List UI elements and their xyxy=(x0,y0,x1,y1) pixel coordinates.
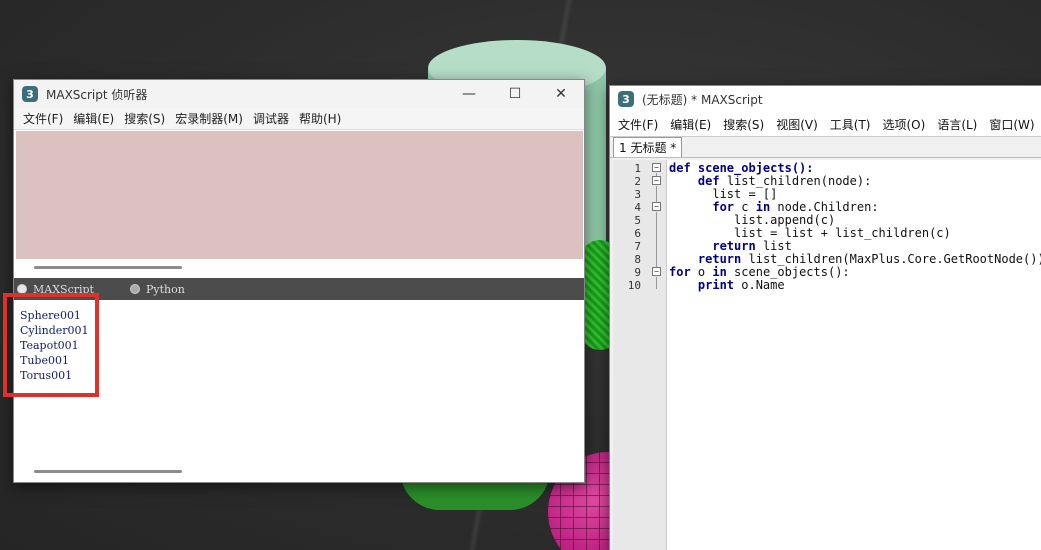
menu-file[interactable]: 文件(F) xyxy=(613,116,665,133)
line-number: 2 xyxy=(634,175,641,188)
code-token: list = [] xyxy=(669,187,778,201)
keyword: for xyxy=(669,265,691,279)
output-line: Sphere001 xyxy=(20,309,81,322)
menu-macro-recorder[interactable]: 宏录制器(M) xyxy=(170,110,248,127)
language-selector: MAXScript Python xyxy=(14,278,584,300)
listener-output-pane[interactable]: Sphere001 Cylinder001 Teapot001 Tube001 … xyxy=(16,300,583,464)
keyword: in xyxy=(755,200,771,214)
menu-search[interactable]: 搜索(S) xyxy=(119,110,170,127)
listener-titlebar[interactable]: 3 MAXScript 侦听器 — ☐ ✕ xyxy=(14,80,584,108)
keyword: return xyxy=(712,239,756,253)
output-line: Torus001 xyxy=(20,369,73,382)
code-line: print o.Name xyxy=(669,279,1041,292)
app-icon: 3 xyxy=(618,91,634,107)
menu-tools[interactable]: 工具(T) xyxy=(825,116,878,133)
code-token: o xyxy=(690,265,713,279)
fold-guide xyxy=(656,212,657,267)
code-token: list.append(c) xyxy=(669,213,836,227)
window-title: MAXScript 侦听器 xyxy=(46,87,148,102)
line-number: 6 xyxy=(634,227,641,240)
fold-margin: − − − − xyxy=(649,160,667,550)
radio-dot[interactable] xyxy=(129,284,140,294)
line-number: 10 xyxy=(627,279,641,292)
editor-title: (无标题) * MAXScript xyxy=(642,92,763,107)
line-number: 4 xyxy=(634,201,641,214)
menu-view[interactable]: 视图(V) xyxy=(771,116,825,133)
menu-debugger[interactable]: 调试器 xyxy=(248,110,294,127)
code-token: list_children(node): xyxy=(719,174,872,188)
menu-edit[interactable]: 编辑(E) xyxy=(68,110,119,127)
fold-toggle-icon[interactable]: − xyxy=(652,202,661,211)
fold-guide xyxy=(656,277,657,289)
line-number: 5 xyxy=(634,214,641,227)
listener-menubar: 文件(F) 编辑(E) 搜索(S) 宏录制器(M) 调试器 帮助(H) xyxy=(14,108,584,130)
line-number-gutter: 1 2 3 4 5 6 7 8 9 10 xyxy=(613,160,649,550)
code-token: scene_objects(): xyxy=(726,265,850,279)
keyword: print xyxy=(697,278,735,292)
line-number: 9 xyxy=(634,266,641,279)
code-token: c xyxy=(734,200,756,214)
menu-file[interactable]: 文件(F) xyxy=(18,110,68,127)
keyword: in xyxy=(712,265,727,279)
maxscript-editor-window: 3 (无标题) * MAXScript 文件(F) 编辑(E) 搜索(S) 视图… xyxy=(609,85,1041,550)
menu-options[interactable]: 选项(O) xyxy=(878,116,933,133)
editor-tabbar: 1 无标题 * xyxy=(610,136,1041,158)
menu-language[interactable]: 语言(L) xyxy=(932,116,984,133)
keyword: return xyxy=(697,252,742,266)
line-number: 1 xyxy=(634,162,641,175)
line-number: 7 xyxy=(634,240,641,253)
editor-menubar: 文件(F) 编辑(E) 搜索(S) 视图(V) 工具(T) 选项(O) 语言(L… xyxy=(610,112,1041,136)
fold-guide xyxy=(656,186,657,202)
code-token: list = list + list_children(c) xyxy=(669,226,951,240)
output-line: Teapot001 xyxy=(20,339,79,352)
code-text[interactable]: def scene_objects(): def list_children(n… xyxy=(667,160,1041,550)
radio-python[interactable]: Python xyxy=(129,282,185,296)
code-line-text: scene_objects(): xyxy=(697,161,814,175)
fold-toggle-icon[interactable]: − xyxy=(652,176,661,185)
keyword: def xyxy=(669,161,698,175)
fold-toggle-icon[interactable]: − xyxy=(652,267,661,276)
code-token: list_children(MaxPlus.Core.GetRootNode()… xyxy=(741,252,1041,266)
macro-pane-scrollbar[interactable] xyxy=(34,266,182,269)
menu-window[interactable]: 窗口(W) xyxy=(984,116,1041,133)
code-editor[interactable]: 1 2 3 4 5 6 7 8 9 10 − − − − def scene_o… xyxy=(613,160,1041,550)
code-token: o.Name xyxy=(734,278,785,292)
keyword: def xyxy=(697,174,720,188)
line-number: 3 xyxy=(634,188,641,201)
keyword: for xyxy=(712,200,735,214)
menu-search[interactable]: 搜索(S) xyxy=(718,116,771,133)
maximize-icon[interactable]: ☐ xyxy=(492,80,538,108)
code-token: node.Children: xyxy=(770,200,879,214)
tab-untitled[interactable]: 1 无标题 * xyxy=(613,137,683,157)
line-number: 8 xyxy=(634,253,641,266)
radio-label: Python xyxy=(145,282,185,296)
output-line: Tube001 xyxy=(20,354,69,367)
menu-edit[interactable]: 编辑(E) xyxy=(665,116,718,133)
output-pane-scrollbar[interactable] xyxy=(34,470,182,473)
macro-recorder-pane[interactable] xyxy=(16,131,583,259)
fold-toggle-icon[interactable]: − xyxy=(652,163,661,172)
output-line: Cylinder001 xyxy=(20,324,89,337)
app-icon: 3 xyxy=(22,86,38,102)
menu-help[interactable]: 帮助(H) xyxy=(294,110,346,127)
editor-titlebar[interactable]: 3 (无标题) * MAXScript xyxy=(610,86,1041,112)
close-icon[interactable]: ✕ xyxy=(538,80,584,108)
maxscript-listener-window: 3 MAXScript 侦听器 — ☐ ✕ 文件(F) 编辑(E) 搜索(S) … xyxy=(13,79,585,483)
highlight-box xyxy=(3,293,99,397)
code-token: list xyxy=(755,239,792,253)
minimize-icon[interactable]: — xyxy=(446,80,492,108)
